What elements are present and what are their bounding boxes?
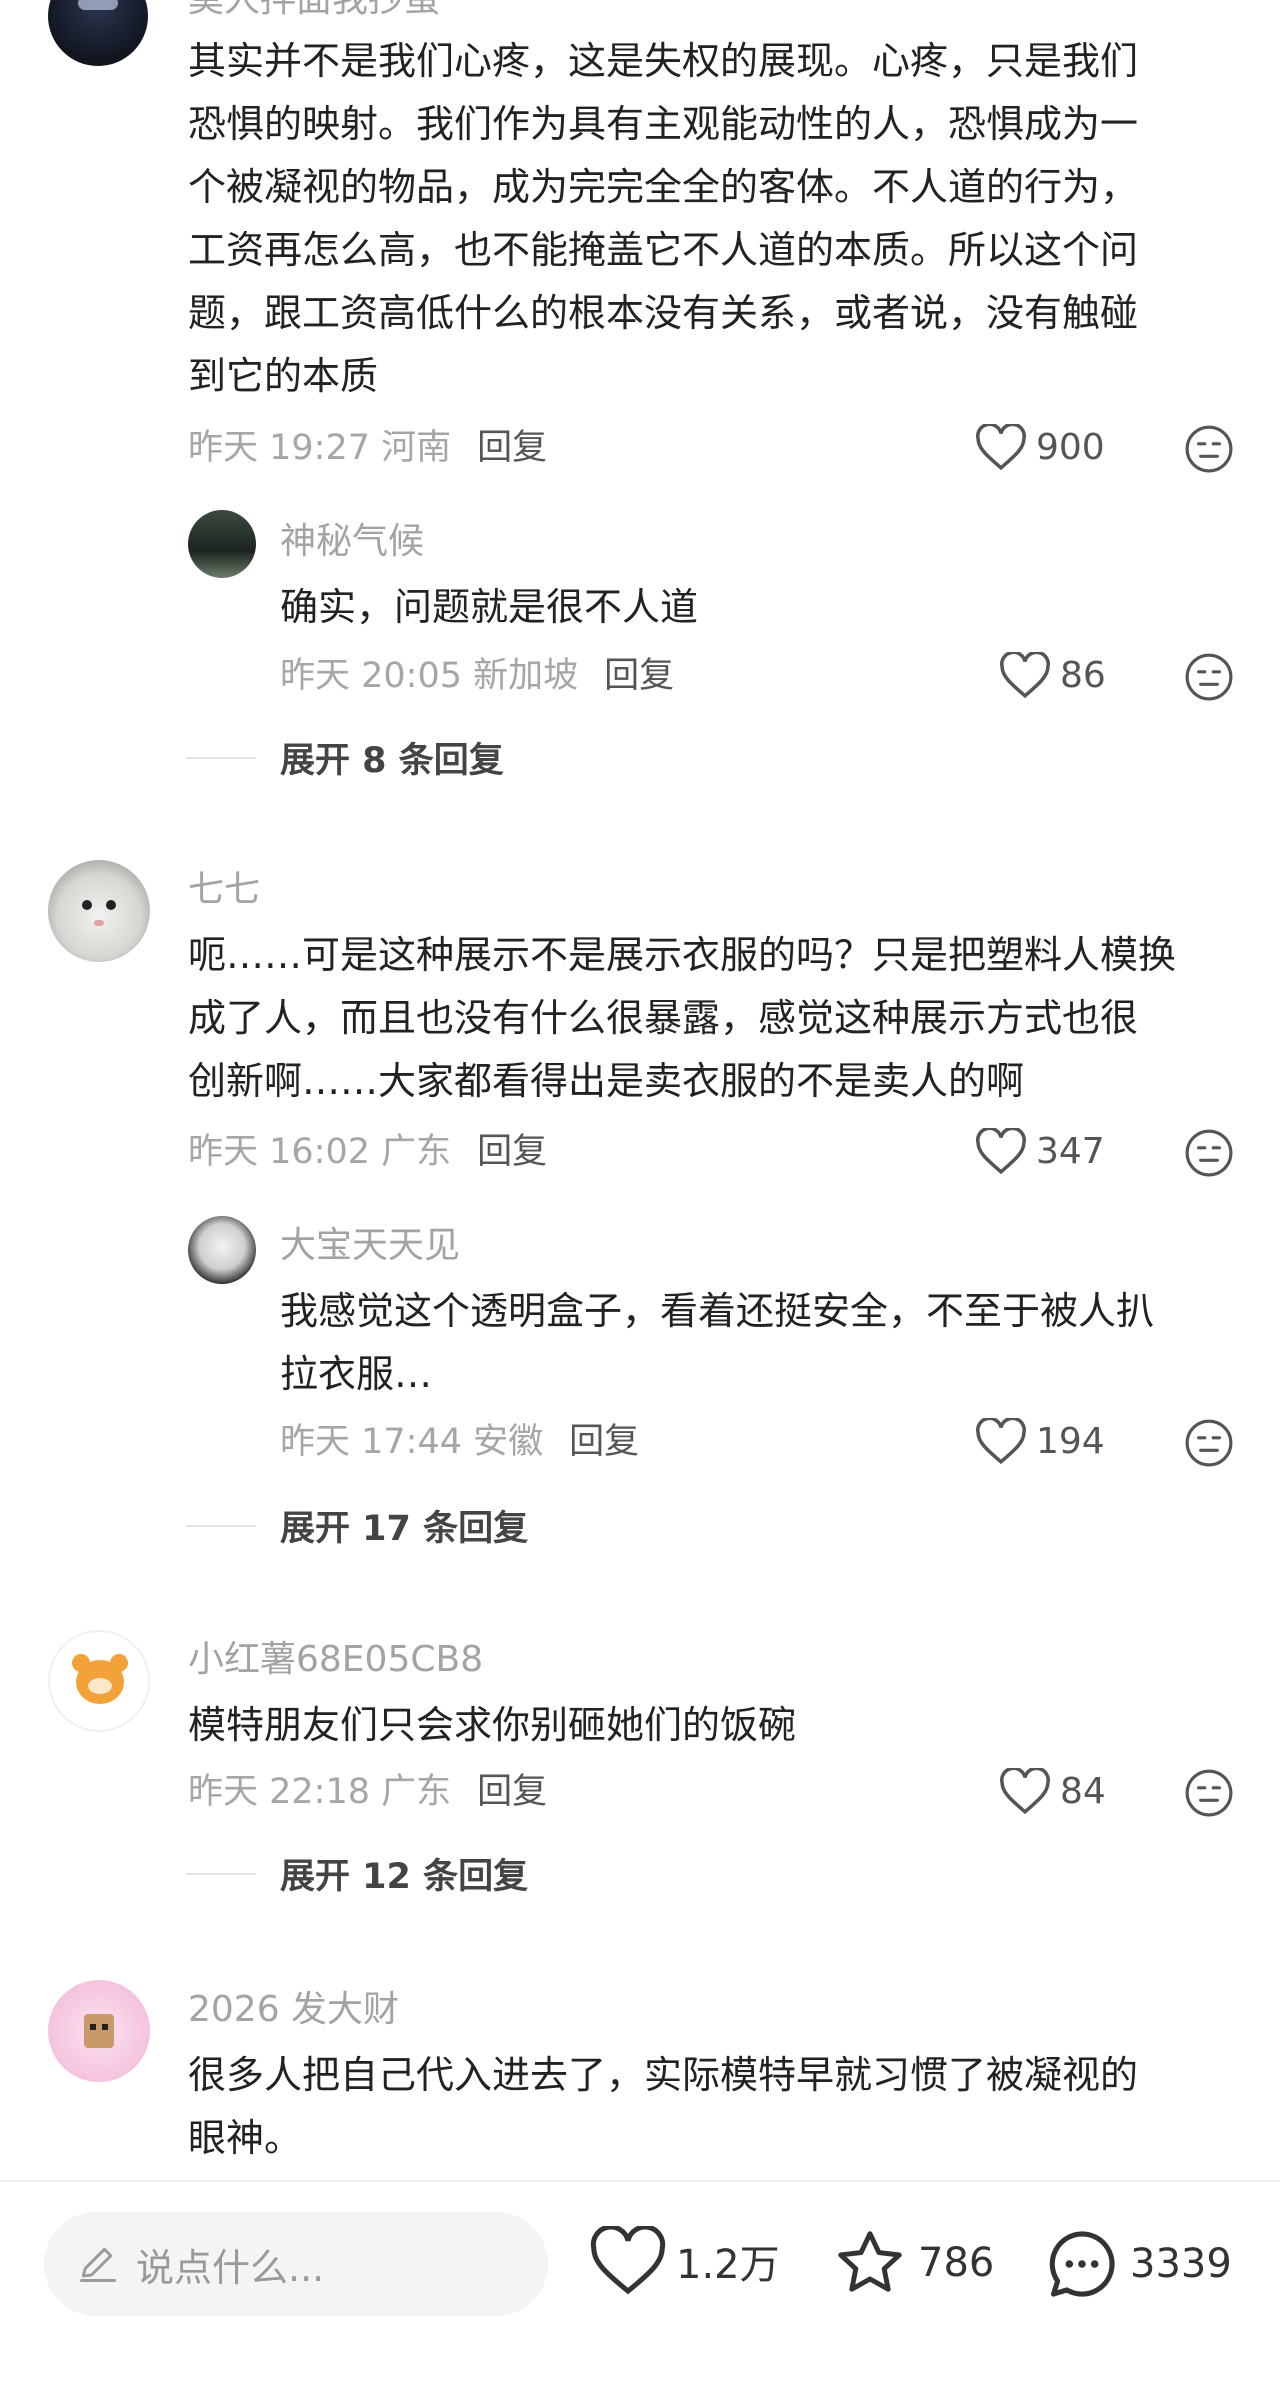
unhappy-face-icon[interactable] xyxy=(1184,652,1234,702)
like-button[interactable]: 86 xyxy=(1000,652,1106,698)
heart-icon xyxy=(976,424,1026,470)
avatar[interactable] xyxy=(48,860,150,962)
comment-text: 模特朋友们只会求你别砸她们的饭碗 xyxy=(188,1703,797,1747)
reply-button[interactable]: 回复 xyxy=(477,428,547,468)
reply-text: 确实，问题就是很不人道 xyxy=(280,585,699,629)
reply-button[interactable]: 回复 xyxy=(569,1422,639,1462)
like-count: 194 xyxy=(1036,1420,1105,1462)
bottom-action-bar: 说点什么... 1.2万 786 3339 xyxy=(0,2180,1280,2400)
expand-replies-label: 展开 12 条回复 xyxy=(280,1857,529,1897)
heart-icon xyxy=(976,1418,1026,1464)
heart-icon xyxy=(1000,652,1050,698)
comment-button[interactable]: 3339 xyxy=(1044,2226,1232,2302)
reply-button[interactable]: 回复 xyxy=(477,1772,547,1812)
unhappy-face-icon[interactable] xyxy=(1184,1128,1234,1178)
unhappy-face-icon[interactable] xyxy=(1184,1418,1234,1468)
like-count: 86 xyxy=(1060,654,1106,696)
avatar[interactable] xyxy=(48,0,148,66)
avatar[interactable] xyxy=(188,510,256,578)
like-button[interactable]: 347 xyxy=(976,1128,1105,1174)
like-button[interactable]: 84 xyxy=(1000,1768,1106,1814)
reply-time: 昨天 17:44 安徽 xyxy=(280,1422,544,1462)
comment-time: 昨天 16:02 广东 xyxy=(188,1132,452,1172)
expand-replies-button[interactable]: 展开 12 条回复 xyxy=(186,1848,528,1899)
comment-meta: 昨天 19:27 河南 回复 xyxy=(188,426,547,470)
unhappy-face-icon[interactable] xyxy=(1184,1768,1234,1818)
comment-time: 昨天 22:18 广东 xyxy=(188,1772,452,1812)
comment-meta: 昨天 16:02 广东 回复 xyxy=(188,1130,547,1174)
comment-username[interactable]: 七七 xyxy=(188,868,260,912)
comment-username[interactable]: 小红薯68E05CB8 xyxy=(188,1638,483,1682)
divider xyxy=(186,756,256,759)
expand-replies-label: 展开 8 条回复 xyxy=(280,741,504,781)
comment-text: 呃……可是这种展示不是展示衣服的吗？只是把塑料人模换 成了人，而且也没有什么很暴… xyxy=(188,933,1177,1103)
like-count: 84 xyxy=(1060,1770,1106,1812)
collect-button[interactable]: 786 xyxy=(832,2226,994,2300)
divider xyxy=(186,1524,256,1527)
comment-text: 其实并不是我们心疼，这是失权的展现。心疼，只是我们 恐惧的映射。我们作为具有主观… xyxy=(188,39,1139,398)
comment-input[interactable]: 说点什么... xyxy=(44,2212,548,2316)
reply-username[interactable]: 大宝天天见 xyxy=(280,1224,460,1268)
comment-text: 很多人把自己代入进去了，实际模特早就习惯了被凝视的 眼神。 xyxy=(188,2053,1139,2160)
like-button[interactable]: 194 xyxy=(976,1418,1105,1464)
avatar[interactable] xyxy=(48,1630,150,1732)
comment-meta: 昨天 22:18 广东 回复 xyxy=(188,1770,547,1814)
heart-icon xyxy=(976,1128,1026,1174)
reply-time: 昨天 20:05 新加坡 xyxy=(280,656,579,696)
collect-count: 786 xyxy=(918,2240,995,2286)
chat-bubble-icon xyxy=(1049,2231,1115,2297)
expand-replies-button[interactable]: 展开 17 条回复 xyxy=(186,1500,528,1551)
divider xyxy=(186,1872,256,1875)
reply-meta: 昨天 20:05 新加坡 回复 xyxy=(280,654,674,698)
heart-icon xyxy=(590,2226,666,2295)
comment-time: 昨天 19:27 河南 xyxy=(188,428,452,468)
reply-button[interactable]: 回复 xyxy=(477,1132,547,1172)
comment-input-placeholder: 说点什么... xyxy=(136,2245,325,2290)
comment-username[interactable]: 莫人拌面我抄蛋 xyxy=(188,0,440,22)
expand-replies-button[interactable]: 展开 8 条回复 xyxy=(186,732,504,783)
unhappy-face-icon[interactable] xyxy=(1184,424,1234,474)
heart-icon xyxy=(1000,1768,1050,1814)
avatar[interactable] xyxy=(48,1980,150,2082)
reply-meta: 昨天 17:44 安徽 回复 xyxy=(280,1420,639,1464)
like-button[interactable]: 900 xyxy=(976,424,1105,470)
like-post-button[interactable]: 1.2万 xyxy=(590,2226,780,2296)
comment-count: 3339 xyxy=(1130,2241,1232,2287)
pencil-icon xyxy=(80,2247,116,2282)
reply-username[interactable]: 神秘气候 xyxy=(280,520,424,564)
comment-username[interactable]: 2026 发大财 xyxy=(188,1988,399,2032)
reply-button[interactable]: 回复 xyxy=(604,656,674,696)
star-icon xyxy=(838,2231,902,2292)
expand-replies-label: 展开 17 条回复 xyxy=(280,1509,529,1549)
like-post-count: 1.2万 xyxy=(676,2242,780,2288)
reply-text: 我感觉这个透明盒子，看着还挺安全，不至于被人扒 拉衣服… xyxy=(280,1289,1155,1396)
avatar[interactable] xyxy=(188,1216,256,1284)
like-count: 347 xyxy=(1036,1130,1105,1172)
like-count: 900 xyxy=(1036,426,1105,468)
